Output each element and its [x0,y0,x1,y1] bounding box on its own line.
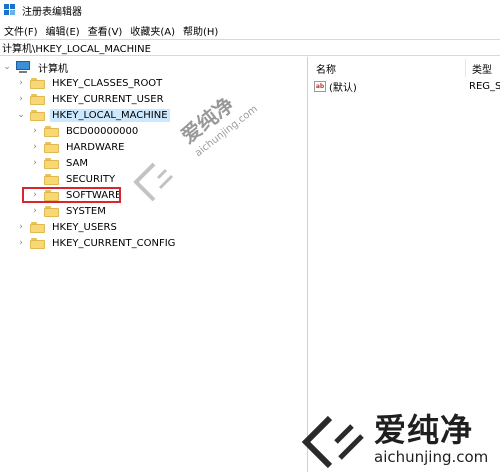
tree-item-label: HKEY_CURRENT_CONFIG [52,237,176,249]
chevron-down-icon[interactable]: ⌄ [2,59,12,75]
menu-help[interactable]: 帮助(H) [181,23,224,38]
folder-icon [30,93,45,105]
tree-item-sam[interactable]: › SAM [30,155,90,171]
folder-icon [44,141,59,153]
chevron-right-icon[interactable]: › [30,203,40,219]
tree-item-hardware[interactable]: › HARDWARE [30,139,126,155]
tree-item-hkcc[interactable]: › HKEY_CURRENT_CONFIG [16,235,177,251]
column-header-type[interactable]: 类型 [472,59,492,77]
tree-item-label: SAM [66,157,89,169]
chevron-right-icon[interactable]: › [16,235,26,251]
tree-item-label: HARDWARE [66,141,125,153]
column-separator[interactable] [465,59,466,77]
chevron-right-icon[interactable]: › [30,123,40,139]
software-highlight-box [22,187,121,203]
menu-edit[interactable]: 编辑(E) [44,23,86,38]
menu-favorites[interactable]: 收藏夹(A) [128,23,181,38]
tree-item-label: SYSTEM [66,205,106,217]
folder-open-icon [30,109,45,121]
menu-view[interactable]: 查看(V) [86,23,129,38]
chevron-right-icon[interactable]: › [16,91,26,107]
folder-icon [30,77,45,89]
chevron-right-icon[interactable]: › [30,155,40,171]
chevron-down-icon[interactable]: ⌄ [16,107,26,123]
folder-icon [44,157,59,169]
chevron-right-icon[interactable]: › [30,139,40,155]
value-row[interactable]: ab (默认) REG_S [308,78,500,94]
address-path: 计算机\HKEY_LOCAL_MACHINE [2,44,151,55]
folder-icon [30,221,45,233]
tree-item-label: HKEY_LOCAL_MACHINE [50,108,170,122]
folder-icon [44,125,59,137]
tree-item-system[interactable]: › SYSTEM [30,203,108,219]
tree-item-computer[interactable]: ⌄ 计算机 [2,59,70,75]
value-type: REG_S [469,80,500,92]
value-name: (默认) [329,82,357,94]
string-value-icon: ab [314,80,326,92]
tree-item-hklm[interactable]: ⌄ HKEY_LOCAL_MACHINE [16,107,170,123]
menu-file[interactable]: 文件(F) [2,23,44,38]
value-list-pane[interactable]: 名称 类型 ab (默认) REG_S [308,57,500,472]
tree-item-hkcu[interactable]: › HKEY_CURRENT_USER [16,91,166,107]
tree-item-label: HKEY_CURRENT_USER [52,93,164,105]
tree-item-label: HKEY_USERS [52,221,117,233]
computer-icon [15,61,31,73]
tree-item-hku[interactable]: › HKEY_USERS [16,219,119,235]
registry-editor-icon [4,4,16,16]
tree-item-label: HKEY_CLASSES_ROOT [52,77,163,89]
title-bar: 注册表编辑器 [0,0,500,20]
chevron-right-icon[interactable]: › [16,219,26,235]
column-header-name[interactable]: 名称 [316,59,336,77]
address-bar[interactable]: 计算机\HKEY_LOCAL_MACHINE [0,39,500,56]
folder-icon [44,205,59,217]
menu-bar: 文件(F) 编辑(E) 查看(V) 收藏夹(A) 帮助(H) [0,21,500,39]
folder-icon [44,173,59,185]
window-title: 注册表编辑器 [22,6,82,18]
tree-item-security[interactable]: SECURITY [30,171,117,187]
tree-item-hkcr[interactable]: › HKEY_CLASSES_ROOT [16,75,164,91]
tree-item-label: SECURITY [66,173,116,185]
key-tree-pane[interactable]: ⌄ 计算机 › HKEY_CLASSES_ROOT › HKEY_CURRENT… [0,57,307,472]
tree-item-bcd[interactable]: › BCD00000000 [30,123,140,139]
tree-item-label: 计算机 [38,63,68,75]
tree-item-label: BCD00000000 [66,125,139,137]
chevron-right-icon[interactable]: › [16,75,26,91]
folder-icon [30,237,45,249]
